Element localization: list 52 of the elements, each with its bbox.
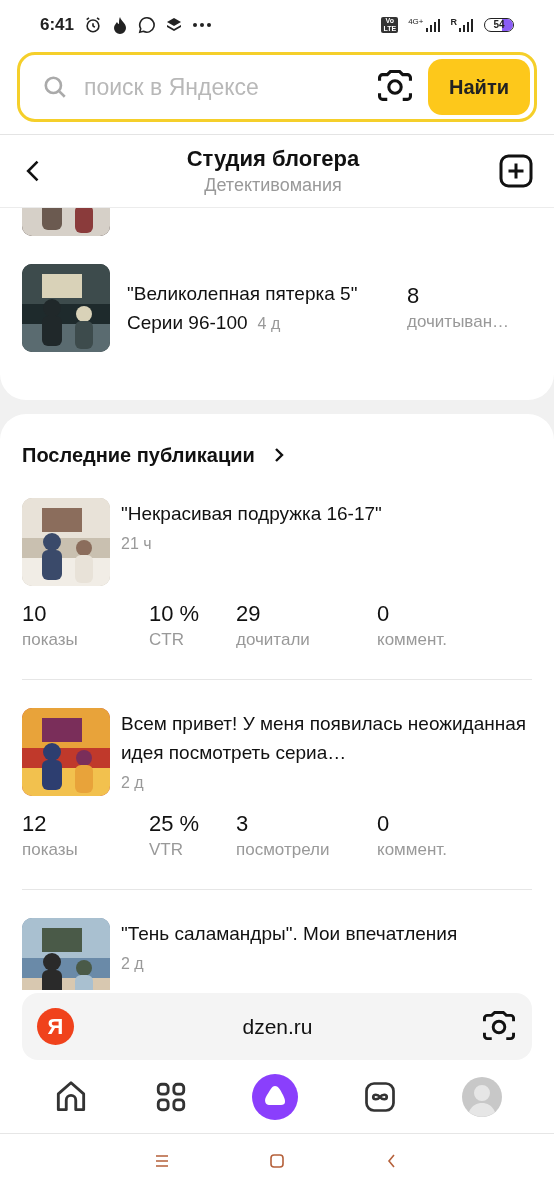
publication-title[interactable]: "Тень саламандры". Мои впечатления xyxy=(121,918,458,948)
signal-icon xyxy=(458,18,474,32)
stat-value: 0 xyxy=(377,810,391,838)
publication-title[interactable]: Всем привет! У меня появилась неожиданная идея посмотреть сериа… xyxy=(121,708,532,767)
item-title[interactable]: "Великолепная пятерка 5" xyxy=(127,279,407,308)
stat-value: 3 xyxy=(236,810,250,838)
stat-value: 12 xyxy=(22,810,48,838)
item-value: 8 xyxy=(407,282,421,310)
stat-value: 0 xyxy=(377,600,391,628)
address-bar[interactable]: Я dzen.ru xyxy=(22,993,532,1060)
camera-icon[interactable] xyxy=(376,70,414,104)
stat-label: показы xyxy=(22,629,79,651)
chat-icon xyxy=(138,16,157,34)
stat-label: посмотрели xyxy=(236,839,331,861)
page-title: Студия блогера xyxy=(186,145,360,173)
stat-label: VTR xyxy=(149,839,184,861)
search-icon xyxy=(42,74,68,100)
stat-label: коммент. xyxy=(377,839,448,861)
stat-label: показы xyxy=(22,839,79,861)
page-subtitle: Детективомания xyxy=(204,174,342,197)
browser-logo[interactable]: Я xyxy=(37,1008,74,1045)
network-label: 4G+ xyxy=(408,18,424,26)
section-heading[interactable]: Последние публикации xyxy=(22,440,255,470)
search-bar[interactable]: поиск в Яндексе Найти xyxy=(17,52,537,122)
status-time: 6:41 xyxy=(40,14,75,37)
search-button[interactable]: Найти xyxy=(428,59,530,115)
item-subtitle: Серии 96-100 xyxy=(127,311,248,335)
publication-age: 2 д xyxy=(121,773,145,793)
flame-icon xyxy=(112,16,129,34)
assistant-icon[interactable] xyxy=(252,1073,298,1120)
publication-title[interactable]: "Некрасивая подружка 16-17" xyxy=(121,498,382,528)
search-field[interactable]: поиск в Яндексе xyxy=(84,69,376,105)
more-icon xyxy=(192,22,213,28)
stat-value: 10 xyxy=(22,600,48,628)
add-icon[interactable] xyxy=(498,153,534,189)
signal-icon xyxy=(424,18,441,32)
layers-icon xyxy=(166,17,183,33)
square-icon[interactable] xyxy=(267,1151,287,1171)
stat-label: CTR xyxy=(149,629,185,651)
item-metric: дочитыван… xyxy=(407,311,510,333)
address-url[interactable]: dzen.ru xyxy=(74,1010,481,1043)
stat-label: дочитали xyxy=(236,629,311,651)
roaming-label: R xyxy=(450,18,457,27)
publication-age: 2 д xyxy=(121,954,145,974)
alarm-icon xyxy=(84,16,103,34)
stat-value: 25 % xyxy=(149,810,201,838)
stat-value: 10 % xyxy=(149,600,201,628)
publication-age: 21 ч xyxy=(121,534,153,554)
stat-label: коммент. xyxy=(377,629,448,651)
camera-icon[interactable] xyxy=(481,1010,517,1043)
stat-value: 29 xyxy=(236,600,262,628)
item-age: 4 д xyxy=(257,314,281,334)
